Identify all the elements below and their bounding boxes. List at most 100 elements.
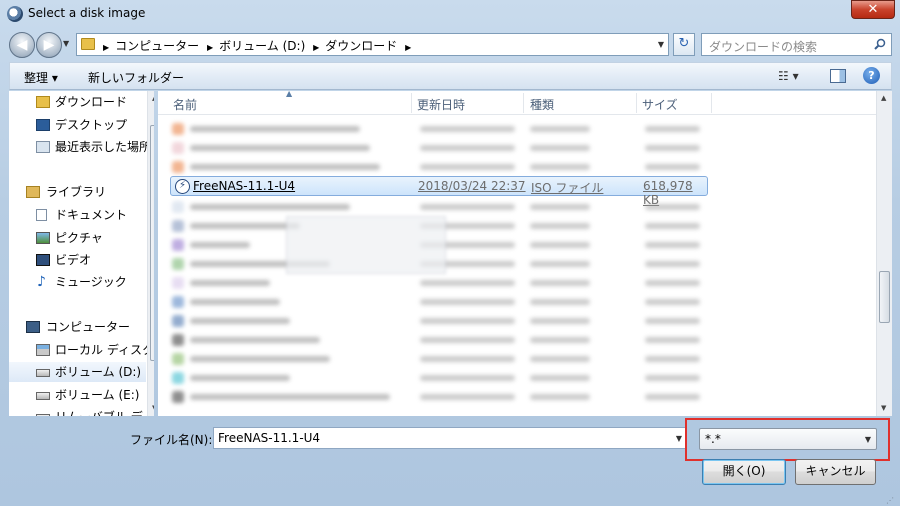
file-icon	[172, 334, 184, 346]
nav-item-pictures[interactable]: ピクチャ	[9, 228, 146, 248]
filename-dropdown-icon[interactable]: ▼	[676, 434, 682, 443]
column-name[interactable]: 名前	[173, 96, 197, 113]
file-date-blurred	[420, 280, 515, 286]
scrollbar-thumb[interactable]	[150, 125, 154, 361]
new-folder-button[interactable]: 新しいフォルダー	[88, 69, 184, 86]
breadcrumb-item-downloads[interactable]: ダウンロード	[325, 39, 397, 53]
nav-item-libraries[interactable]: ライブラリ	[9, 182, 146, 202]
refresh-button[interactable]: ↻	[673, 33, 695, 56]
organize-menu-button[interactable]: 整理 ▾	[24, 69, 58, 86]
breadcrumb-item-computer[interactable]: コンピューター	[115, 39, 199, 53]
file-icon	[172, 258, 184, 270]
file-date-blurred	[420, 164, 515, 170]
column-divider[interactable]	[636, 93, 637, 113]
address-dropdown-icon[interactable]: ▼	[658, 40, 664, 49]
change-view-button[interactable]: ☷ ▾	[778, 69, 799, 83]
file-icon	[172, 220, 184, 232]
drive-icon	[36, 369, 50, 377]
scroll-down-icon[interactable]: ▼	[881, 404, 886, 412]
list-item[interactable]	[170, 201, 710, 213]
list-item[interactable]	[170, 391, 710, 403]
file-name-blurred	[190, 242, 250, 248]
list-item[interactable]	[170, 161, 710, 173]
file-name-blurred	[190, 164, 380, 170]
list-item[interactable]	[170, 123, 710, 135]
list-item[interactable]	[170, 334, 710, 346]
column-divider[interactable]	[411, 93, 412, 113]
list-item[interactable]	[170, 372, 710, 384]
forward-button[interactable]: ▶	[36, 32, 62, 58]
list-item[interactable]	[170, 277, 710, 289]
file-list-scrollbar[interactable]: ▲ ▼	[876, 91, 892, 416]
videos-icon	[36, 254, 50, 266]
list-item[interactable]	[170, 315, 710, 327]
recent-locations-dropdown-icon[interactable]: ▼	[63, 39, 69, 48]
list-item[interactable]	[170, 142, 710, 154]
address-bar[interactable]: ▶ コンピューター ▶ ボリューム (D:) ▶ ダウンロード ▶ ▼	[76, 33, 669, 56]
selected-file-row[interactable]: ⚡ FreeNAS-11.1-U4 2018/03/24 22:37 ISO フ…	[170, 176, 708, 207]
nav-item-local-disk[interactable]: ローカル ディスク	[9, 340, 154, 360]
file-type-blurred	[530, 337, 590, 343]
open-button[interactable]: 開く(O)	[702, 459, 786, 485]
filter-dropdown-icon[interactable]: ▼	[865, 435, 871, 444]
navigation-scrollbar[interactable]: ▲ ▼	[147, 91, 154, 416]
search-icon[interactable]	[874, 38, 886, 50]
file-date-blurred	[420, 204, 515, 210]
nav-item-recent-places[interactable]: 最近表示した場所	[9, 137, 151, 157]
nav-item-music[interactable]: ♪ ミュージック	[9, 272, 146, 292]
scrollbar-thumb[interactable]	[879, 271, 890, 323]
file-size-blurred	[645, 394, 700, 400]
file-type-blurred	[530, 375, 590, 381]
file-type-blurred	[530, 145, 590, 151]
file-size-blurred	[645, 375, 700, 381]
column-size[interactable]: サイズ	[642, 96, 678, 113]
file-size-blurred	[645, 145, 700, 151]
file-size-blurred	[645, 318, 700, 324]
help-icon[interactable]: ?	[863, 67, 880, 84]
file-date-blurred	[420, 299, 515, 305]
close-button[interactable]: ✕	[851, 0, 895, 19]
pictures-icon	[36, 232, 50, 244]
list-item[interactable]	[170, 353, 710, 365]
file-size-blurred	[645, 337, 700, 343]
nav-item-removable-disk[interactable]: リムーバブル ディスク	[9, 407, 154, 416]
nav-item-volume-e[interactable]: ボリューム (E:)	[9, 385, 146, 405]
nav-item-label: ボリューム (D:)	[55, 365, 142, 379]
nav-item-videos[interactable]: ビデオ	[9, 250, 146, 270]
folder-icon	[81, 38, 95, 50]
cancel-button[interactable]: キャンセル	[795, 459, 876, 485]
nav-item-documents[interactable]: ドキュメント	[9, 205, 146, 225]
filename-input[interactable]: FreeNAS-11.1-U4 ▼	[213, 427, 687, 449]
scroll-up-icon[interactable]: ▲	[881, 94, 886, 102]
column-type[interactable]: 種類	[530, 96, 554, 113]
file-name-blurred	[190, 126, 360, 132]
column-header-row: ▲ 名前 更新日時 種類 サイズ	[158, 91, 876, 115]
folder-download-icon	[36, 96, 50, 108]
breadcrumb-item-volume-d[interactable]: ボリューム (D:)	[219, 39, 305, 53]
nav-item-volume-d[interactable]: ボリューム (D:)	[9, 362, 146, 382]
nav-item-desktop[interactable]: デスクトップ	[9, 115, 146, 135]
file-name-blurred	[190, 356, 330, 362]
breadcrumb-separator-icon[interactable]: ▶	[103, 43, 109, 52]
nav-item-label: ダウンロード	[55, 95, 128, 109]
nav-item-downloads[interactable]: ダウンロード	[9, 92, 146, 112]
list-item[interactable]	[170, 296, 710, 308]
nav-item-computer[interactable]: コンピューター	[9, 317, 146, 337]
back-button[interactable]: ◀	[9, 32, 35, 58]
column-divider[interactable]	[711, 93, 712, 113]
nav-item-label: ミュージック	[55, 275, 127, 289]
breadcrumb-separator-icon[interactable]: ▶	[313, 43, 319, 52]
resize-grip-icon[interactable]: ⋰	[886, 496, 894, 505]
search-input[interactable]: ダウンロードの検索	[701, 33, 892, 56]
breadcrumb-separator-icon[interactable]: ▶	[405, 43, 411, 52]
scroll-up-icon[interactable]: ▲	[152, 94, 154, 102]
breadcrumb-separator-icon[interactable]: ▶	[207, 43, 213, 52]
file-date-blurred	[420, 126, 515, 132]
column-divider[interactable]	[523, 93, 524, 113]
preview-pane-icon[interactable]	[830, 69, 846, 83]
nav-item-label: ピクチャ	[55, 231, 103, 245]
file-icon	[172, 142, 184, 154]
column-modified[interactable]: 更新日時	[417, 96, 465, 113]
file-type-filter-select[interactable]: *.* ▼	[699, 428, 877, 450]
scroll-down-icon[interactable]: ▼	[152, 404, 154, 412]
